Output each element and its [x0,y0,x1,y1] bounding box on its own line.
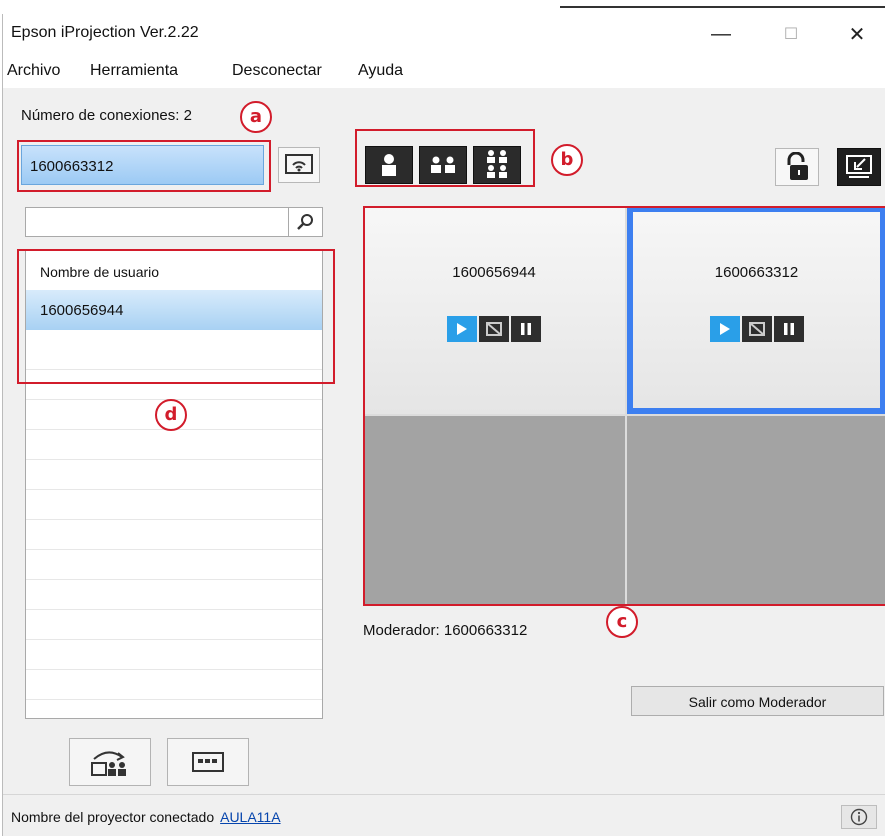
layout-two-icon [431,156,455,173]
lock-open-icon [787,152,808,180]
maximize-button[interactable]: ☐ [763,14,819,54]
list-row [26,650,322,670]
list-row [26,680,322,700]
list-row [26,560,322,580]
list-row [26,470,322,490]
projector-name-link[interactable]: AULA11A [220,809,280,825]
connections-count: Número de conexiones: 2 [21,107,192,124]
window-top-edge [0,0,885,14]
list-row [26,530,322,550]
window-title: Epson iProjection Ver.2.22 [11,24,199,41]
callout-b: b [551,144,583,176]
list-row [26,440,322,460]
list-row [26,500,322,520]
menu-archivo[interactable]: Archivo [7,62,60,80]
keyboard-button[interactable] [167,738,249,786]
minimize-button[interactable]: — [693,14,749,54]
info-icon [850,808,868,826]
projection-request-button[interactable] [278,147,320,183]
info-button[interactable] [841,805,877,829]
callout-d: d [155,399,187,431]
search-icon [296,214,313,230]
layout-single-icon [382,154,396,176]
status-text: Nombre del proyector conectado AULA11A [11,809,281,825]
layout-four-icon [487,150,507,178]
distribute-users-icon [91,751,126,776]
highlight-box-d [17,249,335,384]
current-user-field[interactable]: 1600663312 [21,145,264,185]
keyboard-icon [192,752,224,772]
callout-a: a [240,101,272,133]
list-row [26,620,322,640]
list-row [26,590,322,610]
moderator-label: Moderador: 1600663312 [363,622,528,639]
menu-desconectar[interactable]: Desconectar [232,62,322,80]
close-button[interactable]: ✕ [829,14,885,54]
minimize-window-icon [846,155,872,178]
menu-ayuda[interactable]: Ayuda [358,62,403,80]
search-button[interactable] [289,207,323,237]
distribute-users-button[interactable] [69,738,151,786]
title-bar: Epson iProjection Ver.2.22 — ☐ ✕ [3,14,885,54]
minimize-view-button[interactable] [837,148,881,186]
menu-bar: Archivo Herramienta Desconectar Ayuda [3,54,885,88]
app-window: Epson iProjection Ver.2.22 — ☐ ✕ Archivo… [2,14,885,836]
search-input[interactable] [25,207,289,237]
connected-projector-label: Nombre del proyector conectado [11,809,215,825]
layout-four-button[interactable] [473,146,521,184]
layout-single-button[interactable] [365,146,413,184]
layout-two-button[interactable] [419,146,467,184]
lock-button[interactable] [775,148,819,186]
top-edge-rule [560,6,885,8]
wifi-screen-icon [285,154,313,174]
highlight-box-c [363,206,885,606]
menu-herramienta[interactable]: Herramienta [90,62,178,80]
callout-c: c [606,606,638,638]
layout-buttons [365,146,521,184]
exit-moderator-button[interactable]: Salir como Moderador [631,686,884,716]
status-bar: Nombre del proyector conectado AULA11A [3,794,885,836]
